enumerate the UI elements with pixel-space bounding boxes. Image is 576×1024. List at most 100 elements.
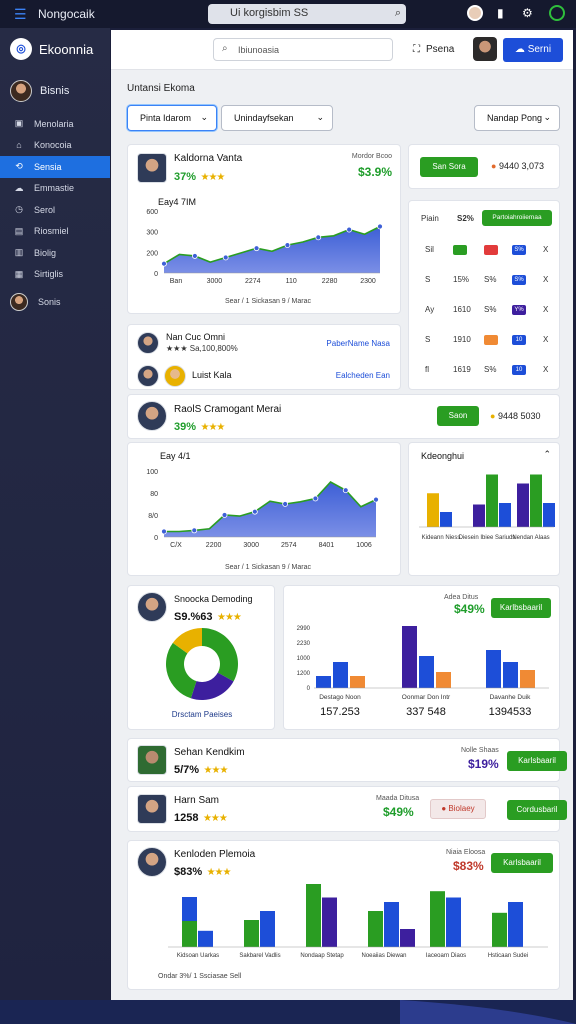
profile-photo	[137, 332, 159, 354]
list-item-sub: ★★★ Sa,100,800%	[166, 344, 238, 353]
pie-slice	[202, 628, 238, 682]
data-point	[191, 527, 198, 534]
close-icon[interactable]: X	[543, 275, 548, 284]
table-cell: Sil	[425, 245, 434, 254]
notification-icon[interactable]: ▮	[497, 6, 504, 20]
nav-icon: ⟲	[15, 161, 23, 172]
bar	[473, 504, 485, 527]
filter-dropdown-3[interactable]: Nandap Pong ⌄	[474, 105, 560, 131]
metric-label: Niaia Eloosa	[446, 849, 486, 856]
chip-label: Biolaey	[448, 804, 475, 813]
app-title: Nongocaik	[38, 7, 95, 21]
sidebar-nav: ▣ Menolaria ⌂ Konocoia ⟲ Sensia ☁ Emmastie ◷ Sero…	[0, 113, 110, 313]
sidebar-item-0[interactable]: ▣ Menolaria	[0, 113, 110, 135]
filter-dropdown-1[interactable]: Pinta Idarom ⌄	[127, 105, 217, 131]
bar	[503, 662, 518, 688]
x-tick-label: 2574	[281, 542, 297, 549]
avatar[interactable]	[473, 37, 497, 61]
x-tick-label: 3000	[207, 278, 223, 285]
y-tick-label: 2990	[297, 626, 311, 632]
list-item-link[interactable]: Ealcheden Ean	[336, 371, 390, 380]
profile-photo	[137, 401, 167, 431]
bar	[430, 891, 445, 947]
x-tick-label: Destago Noon	[319, 694, 361, 701]
sidebar-item-4[interactable]: ◷ Serol	[0, 199, 110, 221]
header-bar: ⌕ Ibiunoasia ⛶ Psena ☁ Serni	[111, 30, 573, 70]
address-bar[interactable]: Ui korgisbim SS ⌕	[208, 4, 406, 24]
status-icon[interactable]	[549, 5, 565, 21]
rating-stars: ★★★	[216, 612, 242, 623]
profile-percent: 5/7%	[174, 764, 200, 776]
address-text: Ui korgisbim SS	[230, 7, 309, 19]
close-icon[interactable]: X	[543, 245, 548, 254]
karlbsbaaril-button[interactable]: Karlbsbaaril	[491, 598, 551, 618]
x-tick-label: Oonmar Don Intr	[402, 694, 451, 701]
x-tick-label: 2274	[245, 278, 261, 285]
sidebar-item-2[interactable]: ⟲ Sensia	[0, 156, 110, 178]
brand[interactable]: ◎ Ekoonnia	[10, 38, 93, 60]
header-action-button[interactable]: ☁ Serni	[503, 38, 563, 62]
sidebar-item-5[interactable]: ▤ Riosmiel	[0, 221, 110, 243]
values-bar-card: Adea Ditus $49% Karlbsbaaril 2990 2230 100…	[283, 585, 560, 730]
sidebar-user[interactable]: Bisnis	[10, 80, 69, 102]
x-tick-label: 2300	[360, 278, 376, 285]
status-badge	[484, 335, 498, 345]
x-tick-label: 2200	[206, 542, 222, 549]
bar-value-label: 337 548	[406, 706, 446, 718]
bar	[440, 512, 452, 527]
y-tick-label: 0	[307, 686, 311, 692]
people-link[interactable]: ⛶ Psena	[413, 44, 454, 55]
y-tick-label: 1000	[297, 656, 311, 662]
karlsbaaril-button-2[interactable]: Karlsbaaril	[491, 853, 553, 873]
donut-chart	[166, 628, 238, 700]
bar	[486, 474, 498, 527]
profile-photo	[137, 847, 167, 877]
nav-icon: ⌂	[16, 140, 22, 151]
close-icon[interactable]: X	[543, 365, 548, 374]
people-icon: ⛶	[413, 44, 420, 55]
bar	[368, 911, 383, 947]
chart-caption: Ondar 3%/ 1 Ssciasae Sell	[158, 973, 242, 980]
chart-caption: Sear / 1 Sickasan 9 / Marac	[225, 298, 311, 305]
table-action-button[interactable]: Partoiahroiiemaa	[482, 210, 552, 226]
san-sora-button[interactable]: San Sora	[420, 157, 478, 177]
karlsbaaril-button[interactable]: Karlsbaaril	[507, 751, 567, 771]
settings-icon[interactable]: ⚙	[522, 6, 533, 20]
profile-row-card: Sehan Kendkim 5/7% ★★★ Nolle Shaas $19% …	[127, 738, 567, 782]
status-chip[interactable]: ● Biolaey	[430, 799, 486, 819]
close-icon[interactable]: X	[543, 305, 548, 314]
bar	[446, 897, 461, 947]
search-input[interactable]: ⌕ Ibiunoasia	[213, 38, 393, 61]
cordusbaril-button[interactable]: Cordusbaril	[507, 800, 567, 820]
list-item-link[interactable]: PaberName Nasa	[326, 339, 390, 348]
sidebar-item-bottom[interactable]: Sonis	[0, 291, 110, 313]
search-icon[interactable]: ⌕	[395, 7, 401, 20]
rating-stars: ★★★	[200, 422, 225, 433]
nav-icon: ▤	[14, 225, 24, 236]
chevron-down-icon: ⌄	[200, 112, 208, 122]
chart-caption: Sear / 1 Sickasan 9 / Marac	[225, 564, 311, 571]
sidebar-item-3[interactable]: ☁ Emmastie	[0, 178, 110, 200]
sidebar-item-label: Sensia	[34, 161, 62, 172]
sidebar-item-6[interactable]: ▥ Biolig	[0, 242, 110, 264]
close-icon[interactable]: X	[543, 335, 548, 344]
user-name: Bisnis	[40, 85, 70, 97]
filter-dropdown-2[interactable]: Unindayfsekan ⌄	[221, 105, 333, 131]
metric-text: 9440 3,073	[498, 161, 544, 171]
sidebar-item-1[interactable]: ⌂ Konocoia	[0, 135, 110, 157]
table-cell: S%	[484, 365, 497, 374]
bar-value-label: 157.253	[320, 706, 360, 718]
sidebar-item-label: Menolaria	[34, 118, 74, 129]
table-cell: Ay	[425, 305, 435, 314]
section-title: Untansi Ekoma	[127, 83, 195, 94]
data-point	[346, 226, 353, 233]
saon-button[interactable]: Saon	[437, 406, 479, 426]
sidebar-item-7[interactable]: ▦ Sirtiglis	[0, 264, 110, 286]
x-tick-label: Nendan Alaas	[512, 535, 549, 541]
menu-icon[interactable]: ☰	[14, 6, 27, 23]
chevron-up-icon[interactable]: ⌃	[543, 449, 551, 460]
nav-icon: ☁	[14, 182, 24, 193]
profile-icon[interactable]	[467, 5, 483, 21]
data-point	[282, 501, 289, 507]
coin-icon: ●	[490, 411, 496, 421]
